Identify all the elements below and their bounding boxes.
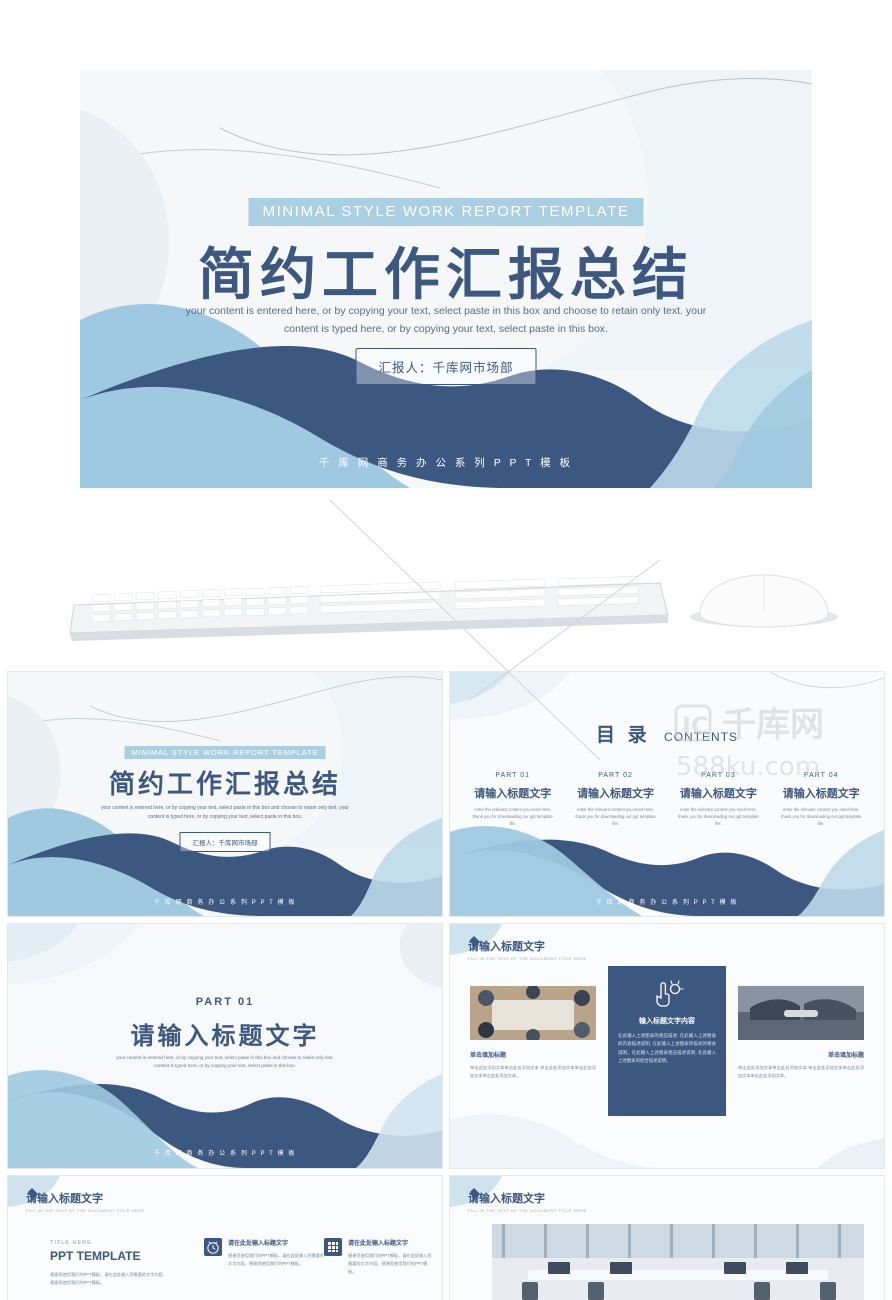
contents-item-1-desc: enter the relevant content you need here… (472, 807, 553, 827)
three-column-title: 请输入标题文字 (468, 941, 545, 953)
icon-list-item-2-heading: 请在此处输入标题文字 (348, 1241, 409, 1247)
hero-subtitle-line1: your content is entered here, or by copy… (185, 305, 707, 317)
thumbnail-section-divider[interactable]: PART 01 请输入标题文字 your content is entered … (8, 924, 442, 1168)
contents-item-4-desc: enter the relevant content you need here… (781, 807, 862, 827)
three-column-left-text: 单击填加标题 单击此处添加文本单击此处添加文本 单击此处添加文本单击此处添加文本… (470, 1050, 596, 1080)
section-footer: 千 库 网 商 务 办 公 系 列 P P T 模 板 (153, 1151, 297, 1157)
image-slide-subtitle: FILL IN THE TEXT OF THE DOCUMENT TITLE H… (468, 1208, 587, 1213)
icon-list-item-2-body: 感谢您使用我们的PPT模板，请在此处输入您需要的文字内容，感谢您使用我们的PPT… (348, 1253, 432, 1274)
thumbnail-cover-subtitle-line1: your content is entered here, or by copy… (101, 805, 349, 811)
three-column-center-card: 输入标题文字内容 在此输入上述图表的相应描述, 在此输入上述图表的内容描述说明,… (608, 966, 726, 1116)
grid-icon (324, 1238, 342, 1256)
thumbnail-cover[interactable]: MINIMAL STYLE WORK REPORT TEMPLATE 简约工作汇… (8, 672, 442, 916)
hero-subtitle: your content is entered here, or by copy… (176, 302, 716, 339)
section-desc-line2: content is typed here, or by copying you… (154, 1063, 296, 1069)
thumbnail-cover-subtitle-line2: content is typed here, or by copying you… (147, 813, 303, 820)
icon-list-label-big: PPT TEMPLATE (50, 1249, 141, 1263)
contents-item-2-desc: enter the relevant content you need here… (575, 807, 656, 827)
contents-item-4[interactable]: PART 04 请输入标题文字 enter the relevant conte… (773, 772, 870, 827)
three-column-right-body: 单击此处添加文本单击此处添加文本 单击此处添加文本单击此处添加文本单击此处添加文… (738, 1065, 864, 1078)
icon-list-item-1: 请在此处输入标题文字 感谢您使用我们的PPT模板，请在此处输入您需要的文字内容，… (228, 1238, 328, 1268)
contents-item-2[interactable]: PART 02 请输入标题文字 enter the relevant conte… (567, 772, 664, 827)
alarm-icon (204, 1238, 222, 1256)
section-desc-line1: your content is entered here, or by copy… (116, 1055, 334, 1060)
thumbnail-contents-title-cn: 目 录 (595, 724, 650, 746)
contents-item-3-desc: enter the relevant content you need here… (678, 807, 759, 827)
icon-list-item-1-body: 感谢您使用我们的PPT模板，请在此处输入您需要的文字内容，感谢您使用我们的PPT… (228, 1253, 325, 1266)
hero-subtitle-line2: content is typed here, or by copying you… (284, 323, 608, 336)
thumbnail-three-column[interactable]: 请输入标题文字 FILL IN THE TEXT OF THE DOCUMENT… (450, 924, 884, 1168)
hero-presenter-button[interactable]: 汇报人：千库网市场部 (355, 348, 537, 385)
hero-footer: 千 库 网 商 务 办 公 系 列 P P T 模 板 (318, 457, 574, 469)
contents-item-3-title: 请输入标题文字 (679, 788, 757, 800)
contents-item-1[interactable]: PART 01 请输入标题文字 enter the relevant conte… (464, 772, 561, 827)
hero-badge: MINIMAL STYLE WORK REPORT TEMPLATE (248, 198, 644, 226)
contents-item-1-title: 请输入标题文字 (474, 788, 552, 800)
hand-click-icon (656, 980, 684, 1007)
thumbnail-cover-subtitle: your content is entered here, or by copy… (75, 804, 375, 821)
section-part-label: PART 01 (195, 996, 255, 1008)
icon-list-left-block: TITLE HERE PPT TEMPLATE 感谢您使用我们的PPT模板，请在… (50, 1240, 170, 1287)
contents-item-4-title: 请输入标题文字 (782, 788, 860, 800)
three-column-center-body: 在此输入上述图表的相应描述, 在此输入上述图表的内容描述说明, 在此输入上述图表… (618, 1033, 716, 1064)
three-column-center-heading: 输入标题文字内容 (639, 1018, 695, 1025)
icon-list-header: 请输入标题文字 FILL IN THE TEXT OF THE DOCUMENT… (26, 1190, 145, 1213)
thumbnail-contents-items: PART 01 请输入标题文字 enter the relevant conte… (464, 772, 870, 827)
contents-item-2-part: PART 02 (598, 772, 633, 779)
three-column-left-body: 单击此处添加文本单击此处添加文本 单击此处添加文本单击此处添加文本单击此处添加文… (470, 1065, 596, 1078)
three-column-header: 请输入标题文字 FILL IN THE TEXT OF THE DOCUMENT… (468, 938, 587, 961)
contents-item-1-part: PART 01 (495, 772, 531, 779)
three-column-left-image (470, 986, 596, 1040)
thumbnail-image-slide[interactable]: 请输入标题文字 FILL IN THE TEXT OF THE DOCUMENT… (450, 1176, 884, 1300)
image-slide-photo (492, 1224, 864, 1300)
section-title: 请输入标题文字 (130, 1021, 320, 1050)
three-column-right-heading: 单击填加标题 (827, 1053, 864, 1059)
image-slide-header: 请输入标题文字 FILL IN THE TEXT OF THE DOCUMENT… (468, 1190, 587, 1213)
mouse-mockup (690, 574, 838, 628)
contents-item-4-part: PART 04 (803, 772, 839, 779)
thumbnail-contents-footer: 千 库 网 商 务 办 公 系 列 P P T 模 板 (595, 900, 739, 906)
contents-item-3-part: PART 03 (701, 772, 736, 779)
icon-list-label-en: TITLE HERE (50, 1240, 92, 1246)
icon-list-body: 感谢您使用我们的PPT模板，请在此处输入您需要的文字内容，感谢您使用我们的PPT… (50, 1272, 168, 1285)
icon-list-item-2: 请在此处输入标题文字 感谢您使用我们的PPT模板，请在此处输入您需要的文字内容，… (348, 1238, 434, 1276)
three-column-right-text: 单击填加标题 单击此处添加文本单击此处添加文本 单击此处添加文本单击此处添加文本… (738, 1050, 864, 1080)
hero-title: 简约工作汇报总结 (198, 243, 694, 308)
thumbnail-cover-presenter-button[interactable]: 汇报人：千库网市场部 (179, 832, 271, 852)
icon-list-title: 请输入标题文字 (26, 1193, 103, 1205)
three-column-subtitle: FILL IN THE TEXT OF THE DOCUMENT TITLE H… (468, 956, 587, 961)
thumbnail-contents-title-en: CONTENTS (664, 730, 739, 744)
image-slide-title: 请输入标题文字 (468, 1193, 545, 1205)
desk-mockup (69, 574, 838, 641)
thumbnail-icon-list[interactable]: 请输入标题文字 FILL IN THE TEXT OF THE DOCUMENT… (8, 1176, 442, 1300)
contents-item-3[interactable]: PART 03 请输入标题文字 enter the relevant conte… (670, 772, 767, 827)
thumbnail-contents-heading: 目 录 CONTENTS (450, 720, 884, 747)
three-column-right-image (738, 986, 864, 1040)
keyboard-mockup (69, 575, 669, 641)
section-desc: your content is entered here, or by copy… (75, 1054, 375, 1071)
thumbnail-cover-title: 简约工作汇报总结 (108, 770, 342, 800)
thumbnail-contents[interactable]: 目 录 CONTENTS PART 01 请输入标题文字 enter the r… (450, 672, 884, 916)
thumbnail-cover-footer: 千 库 网 商 务 办 公 系 列 P P T 模 板 (153, 900, 297, 906)
hero-slide: MINIMAL STYLE WORK REPORT TEMPLATE 简约工作汇… (80, 70, 812, 488)
icon-list-subtitle: FILL IN THE TEXT OF THE DOCUMENT TITLE H… (26, 1208, 145, 1213)
icon-list-item-1-heading: 请在此处输入标题文字 (228, 1241, 289, 1247)
three-column-left-heading: 单击填加标题 (470, 1053, 507, 1059)
thumbnail-cover-badge: MINIMAL STYLE WORK REPORT TEMPLATE (124, 746, 326, 759)
contents-item-2-title: 请输入标题文字 (577, 788, 655, 800)
